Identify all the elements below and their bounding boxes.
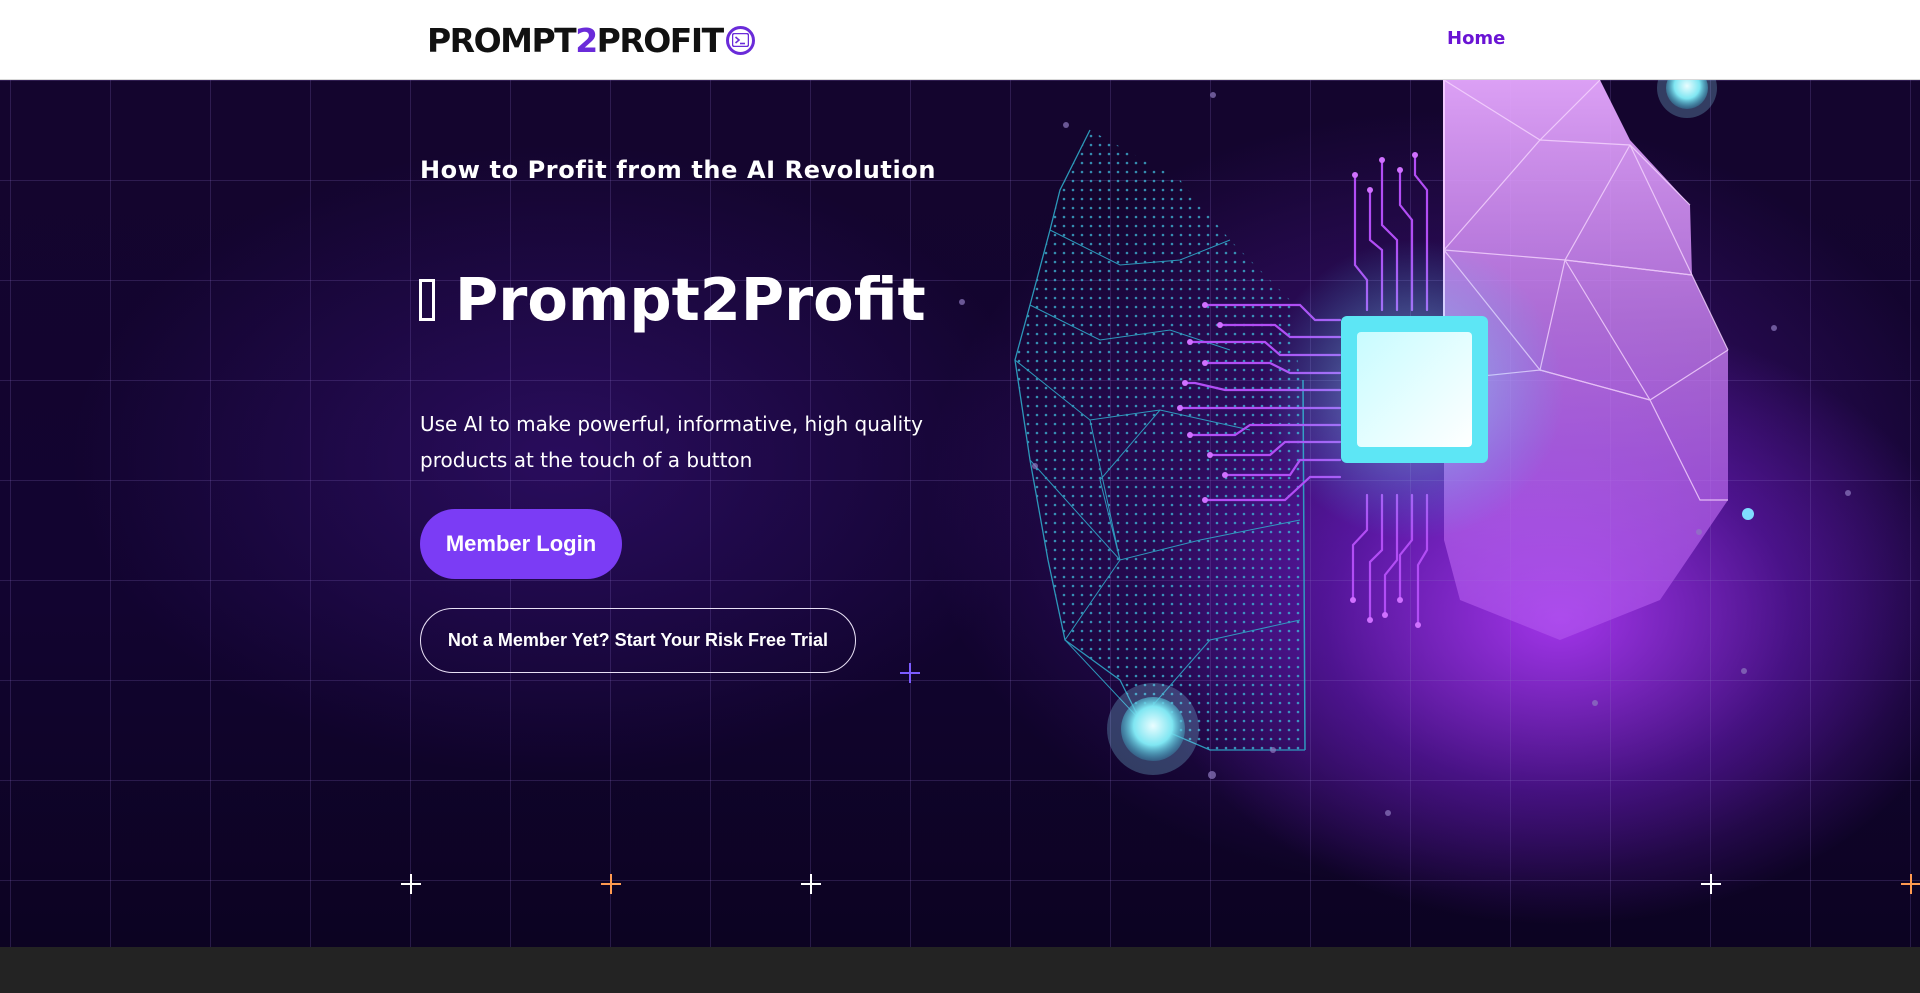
terminal-prompt-icon <box>725 25 755 55</box>
hero-title: Prompt2Profit <box>419 265 926 334</box>
nav-home-link[interactable]: Home <box>1447 28 1505 49</box>
logo-text-two: 2 <box>575 20 598 60</box>
ai-chip-hand-icon <box>401 80 1920 894</box>
missing-glyph-icon <box>419 278 435 321</box>
footer-strip <box>0 947 1920 993</box>
start-trial-button[interactable]: Not a Member Yet? Start Your Risk Free T… <box>420 608 856 673</box>
hero-subtitle: How to Profit from the AI Revolution <box>420 156 937 184</box>
dotted-hand-shape <box>1014 129 1306 751</box>
hero-title-text: Prompt2Profit <box>455 265 926 334</box>
member-login-button[interactable]: Member Login <box>420 509 622 579</box>
ai-chip-icon <box>1264 240 1564 540</box>
logo[interactable]: PROMPT 2 PROFIT <box>427 20 755 60</box>
hero-description: Use AI to make powerful, informative, hi… <box>420 412 923 472</box>
site-header: PROMPT 2 PROFIT Home <box>0 0 1920 80</box>
logo-text-prompt: PROMPT <box>427 20 577 60</box>
hero-section: How to Profit from the AI Revolution Pro… <box>0 80 1920 947</box>
logo-text-profit: PROFIT <box>596 20 724 60</box>
